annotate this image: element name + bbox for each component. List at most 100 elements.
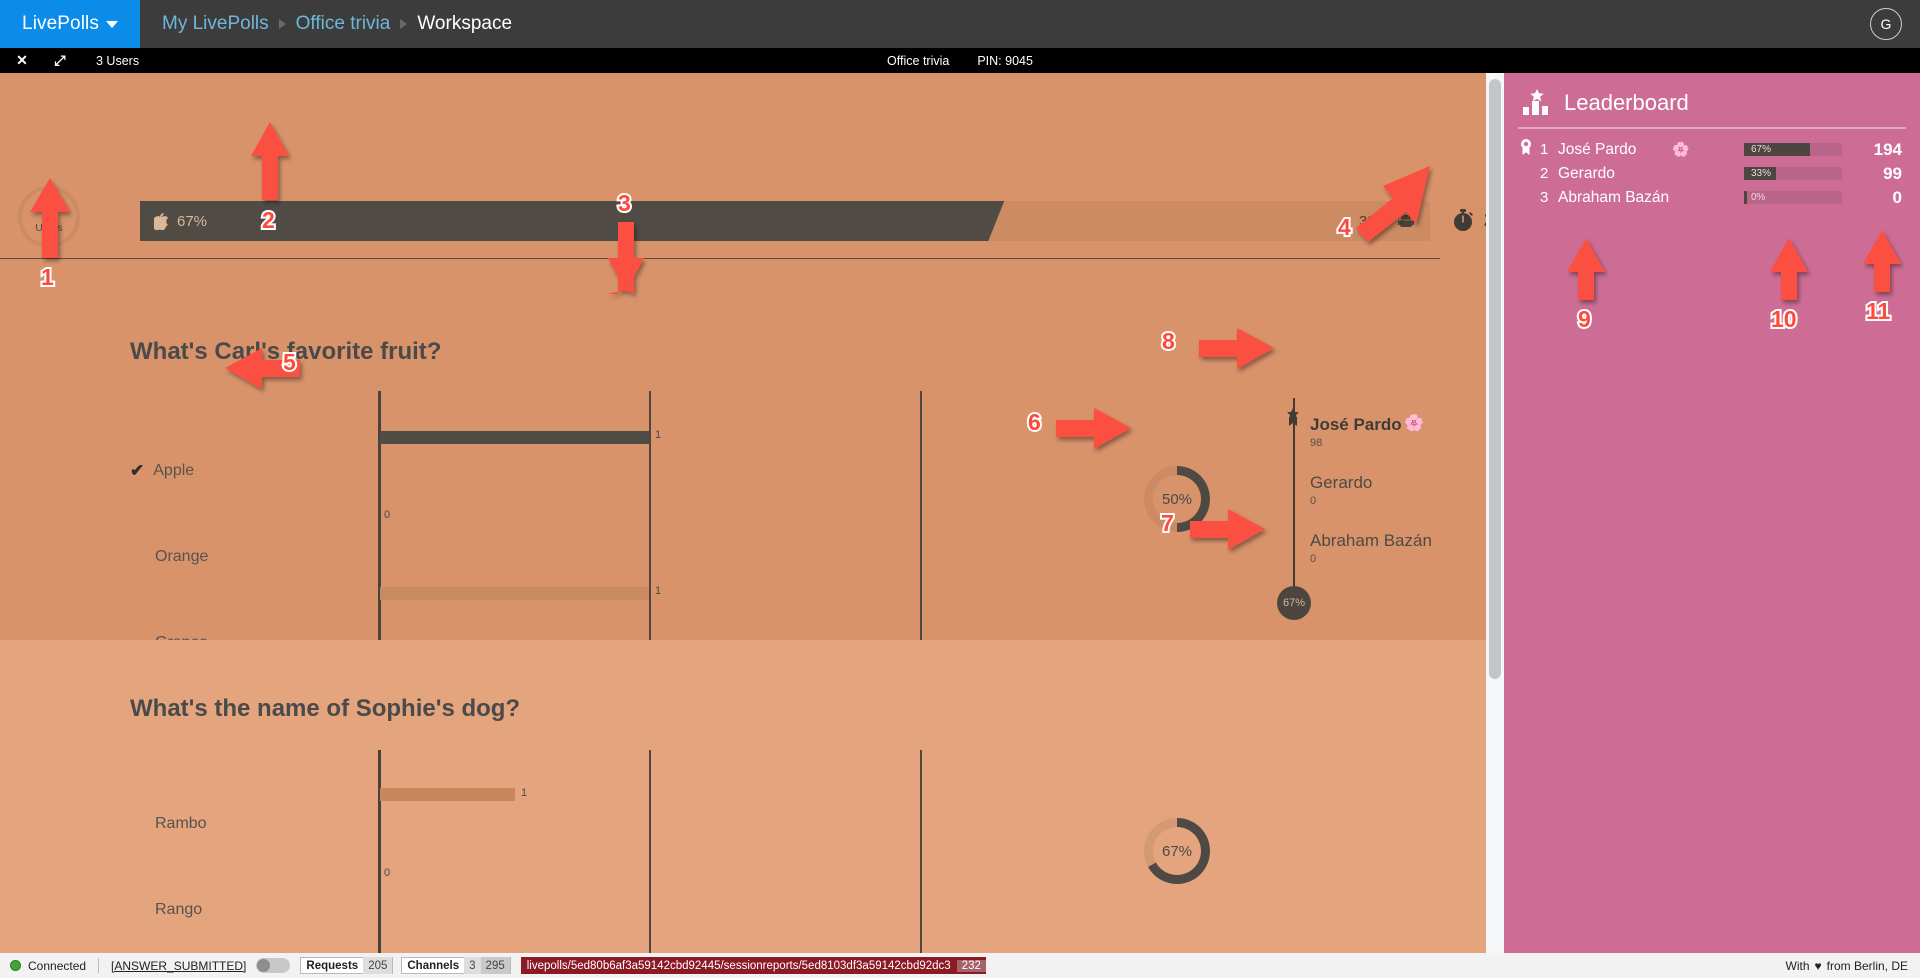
donut-percent-label: 50% — [1161, 490, 1193, 508]
option-label: Rambo — [155, 815, 207, 832]
active-request-count: 232 — [956, 959, 986, 972]
workspace-scroll-area[interactable]: 3 Users 67% 33% What's Carl's favorite f… — [0, 73, 1486, 953]
leaderboard-rank: 1 — [1540, 141, 1549, 158]
divider — [0, 258, 1440, 259]
leaderboard-progress-percent: 67% — [1751, 144, 1772, 155]
brand-menu-button[interactable]: LivePolls — [0, 0, 140, 48]
option-item[interactable]: Rango — [155, 867, 207, 953]
divider — [1518, 127, 1906, 129]
divider — [98, 958, 100, 973]
session-title: Office trivia — [887, 53, 950, 68]
leaderboard-bars-star-icon — [1523, 89, 1548, 115]
session-toolbar: ✕ ⤢ 3 Users Office trivia PIN: 9045 — [0, 48, 1920, 73]
vertical-scrollbar-thumb[interactable] — [1489, 79, 1501, 679]
platform-left-percent: 67% — [177, 212, 208, 230]
participant-score: 0 — [1310, 495, 1317, 507]
breadcrumb-separator-icon — [278, 19, 286, 29]
completion-badge-1: 67% — [1277, 586, 1311, 620]
leaderboard-progress-bar: 0% — [1744, 191, 1842, 204]
option-label: Apple — [153, 462, 195, 479]
breadcrumb-item-office-trivia[interactable]: Office trivia — [296, 13, 391, 35]
leaderboard-rows: 1 José Pardo 🌸 67% 194 2 Gerardo 33% 99 — [1504, 139, 1920, 208]
channels-chip[interactable]: Channels 3 295 — [401, 957, 511, 974]
option-item[interactable]: Orange — [130, 514, 208, 600]
session-pin: PIN: 9045 — [977, 53, 1033, 68]
medal-icon — [1518, 139, 1534, 160]
completion-donut-1: 50% — [1144, 466, 1210, 532]
gridline-1 — [649, 391, 651, 651]
footer-prefix: With — [1785, 958, 1810, 973]
leaderboard-header: Leaderboard — [1504, 73, 1920, 117]
breadcrumb: My LivePolls Office trivia Workspace — [162, 13, 512, 35]
bar-value-label: 0 — [384, 867, 391, 879]
event-log-toggle[interactable] — [256, 958, 291, 973]
option-item[interactable]: Rambo — [155, 781, 207, 867]
requests-value: 205 — [363, 957, 393, 974]
close-icon[interactable]: ✕ — [8, 48, 36, 73]
requests-key: Requests — [306, 959, 359, 972]
expand-icon[interactable]: ⤢ — [46, 48, 74, 73]
active-request-url: livepolls/5ed80b6af3a59142cbd92445/sessi… — [526, 959, 951, 972]
flower-icon: 🌸 — [1404, 415, 1424, 432]
platform-right-group: 33% — [1359, 201, 1416, 241]
option-label: Rango — [155, 901, 203, 918]
participant-name: José Pardo — [1310, 415, 1402, 434]
question-title-1: What's Carl's favorite fruit? — [130, 338, 442, 365]
option-list-2: Rambo Rango — [155, 781, 207, 953]
leaderboard-name: Gerardo — [1558, 164, 1615, 182]
leaderboard-progress-bar: 67% — [1744, 143, 1842, 156]
connection-status-label: Connected — [28, 958, 87, 973]
donut-percent-label: 67% — [1161, 842, 1193, 860]
leaderboard-panel: Leaderboard 1 José Pardo 🌸 67% 194 2 Ger… — [1504, 73, 1920, 953]
vertical-scrollbar-track[interactable] — [1486, 73, 1504, 953]
gridline-1 — [649, 750, 651, 953]
session-user-count: 3 Users — [96, 53, 140, 68]
participant-name: Gerardo — [1310, 473, 1373, 492]
leaderboard-score: 0 — [1892, 187, 1902, 207]
participant-score: 0 — [1310, 553, 1317, 565]
gridline-2 — [920, 750, 922, 953]
chevron-down-icon — [105, 20, 118, 28]
participant-score: 98 — [1310, 437, 1323, 449]
leaderboard-row[interactable]: 1 José Pardo 🌸 67% 194 — [1504, 139, 1920, 160]
active-users-count: 3 — [43, 199, 55, 222]
leaderboard-score: 99 — [1883, 163, 1902, 183]
platform-bar-fill — [140, 201, 1004, 241]
results-bar-chart-2: 1 0 — [378, 750, 923, 953]
brand-label: LivePolls — [22, 13, 99, 34]
leaderboard-row[interactable]: 3 Abraham Bazán 0% 0 — [1504, 187, 1920, 208]
active-users-gauge: 3 Users — [18, 186, 80, 248]
breadcrumb-item-workspace: Workspace — [417, 13, 513, 34]
bar-rambo — [380, 788, 515, 801]
gridline-2 — [920, 391, 922, 651]
requests-chip[interactable]: Requests 205 — [300, 957, 394, 974]
active-users-label: Users — [35, 222, 63, 234]
y-axis — [378, 391, 381, 649]
android-icon — [1398, 215, 1414, 227]
bar-value-label: 1 — [521, 787, 528, 799]
option-label: Orange — [155, 548, 209, 565]
participant-name: Abraham Bazán — [1310, 531, 1432, 550]
connection-status-icon — [10, 960, 21, 971]
leaderboard-name: José Pardo — [1558, 140, 1637, 158]
active-request-url-chip[interactable]: livepolls/5ed80b6af3a59142cbd92445/sessi… — [520, 957, 986, 974]
last-event-label[interactable]: [ANSWER_SUBMITTED] — [111, 959, 246, 973]
leaderboard-progress-percent: 33% — [1751, 168, 1772, 179]
results-bar-chart-1: 1 0 1 0 1 2 — [376, 391, 923, 675]
leaderboard-row[interactable]: 2 Gerardo 33% 99 — [1504, 163, 1920, 184]
footer-credit: With ♥ from Berlin, DE — [1786, 959, 1908, 973]
leaderboard-progress-bar: 33% — [1744, 167, 1842, 180]
avatar[interactable]: G — [1870, 8, 1902, 40]
option-item[interactable]: ✔ Apple — [130, 428, 208, 514]
crown-star-icon — [1287, 408, 1299, 426]
breadcrumb-item-my-livepolls[interactable]: My LivePolls — [162, 13, 269, 35]
leaderboard-rank: 3 — [1540, 189, 1549, 206]
leaderboard-progress-percent: 0% — [1751, 192, 1766, 203]
app-root: LivePolls My LivePolls Office trivia Wor… — [0, 0, 1920, 978]
platform-left-group: 67% — [154, 201, 207, 241]
question-section-2: What's the name of Sophie's dog? Rambo R… — [0, 640, 1486, 953]
leaderboard-rank: 2 — [1540, 165, 1549, 182]
bar-value-label: 1 — [655, 429, 662, 441]
completion-donut-2-ring: 67% — [1144, 818, 1210, 884]
leaderboard-name: Abraham Bazán — [1558, 188, 1670, 206]
